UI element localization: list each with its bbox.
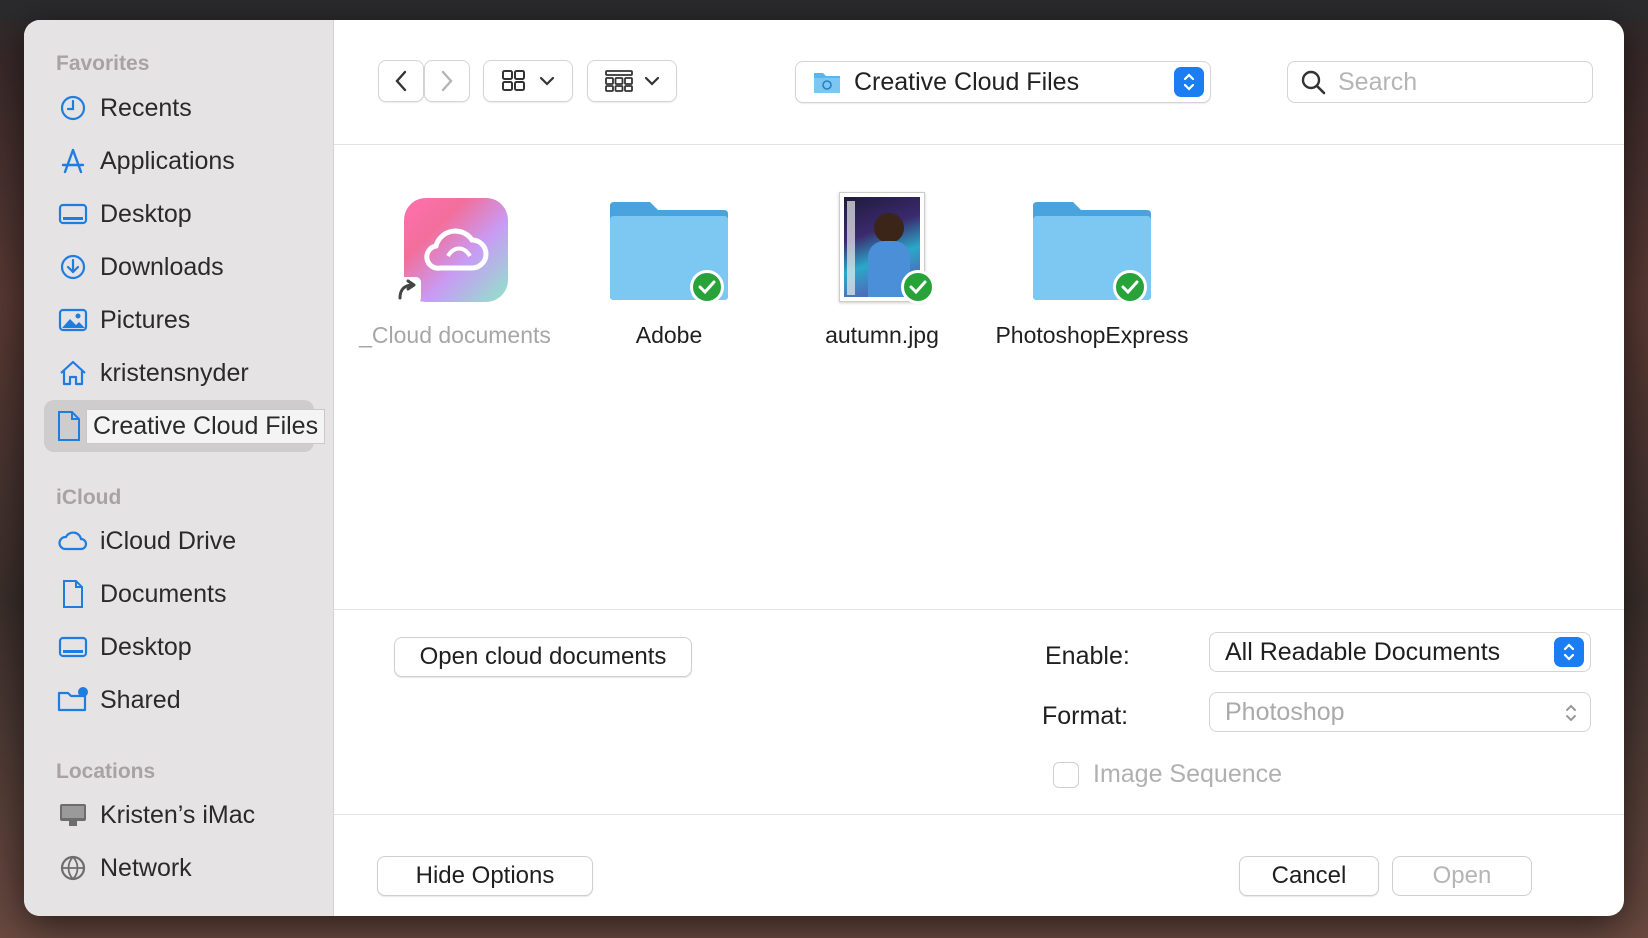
download-icon — [56, 250, 90, 284]
clock-icon — [56, 91, 90, 125]
cancel-button[interactable]: Cancel — [1239, 856, 1379, 896]
sidebar-section-icloud: iCloud — [56, 486, 122, 509]
sidebar-item-desktop[interactable]: Desktop — [44, 188, 314, 240]
sidebar-item-imac[interactable]: Kristen’s iMac — [44, 789, 314, 841]
sidebar-item-documents[interactable]: Documents — [44, 568, 314, 620]
sidebar-item-applications[interactable]: Applications — [44, 135, 314, 187]
format-popup[interactable]: Photoshop — [1209, 692, 1591, 732]
forward-button[interactable] — [424, 60, 470, 102]
sidebar-item-shared[interactable]: Shared — [44, 674, 314, 726]
desktop-icon — [56, 630, 90, 664]
creative-cloud-app-icon — [390, 190, 520, 310]
image-sequence-option: Image Sequence — [1053, 760, 1282, 789]
applications-icon — [56, 144, 90, 178]
image-thumbnail — [817, 190, 947, 310]
synced-check-icon — [1113, 270, 1147, 304]
image-sequence-checkbox[interactable] — [1053, 761, 1079, 788]
chevron-down-icon — [539, 76, 555, 86]
format-popup-value: Photoshop — [1225, 697, 1345, 726]
options-panel: Open cloud documents Enable: All Readabl… — [334, 610, 1624, 815]
file-item[interactable]: Adobe — [569, 190, 769, 351]
sidebar-item-label: Documents — [100, 579, 227, 608]
location-popup-label: Creative Cloud Files — [854, 67, 1080, 96]
enable-popup-value: All Readable Documents — [1225, 637, 1501, 666]
file-name: autumn.jpg — [825, 322, 939, 348]
dialog-footer: Hide Options Cancel Open — [334, 816, 1624, 916]
search-field[interactable] — [1287, 61, 1593, 103]
sidebar: Favorites Recents Applications Desktop D… — [24, 20, 334, 916]
enable-popup[interactable]: All Readable Documents — [1209, 632, 1591, 672]
sidebar-section-locations: Locations — [56, 760, 156, 783]
sidebar-item-creative-cloud-files[interactable]: Creative Cloud Files — [44, 400, 326, 452]
open-cloud-documents-button[interactable]: Open cloud documents — [394, 637, 692, 677]
desktop-background — [0, 0, 1648, 20]
search-icon — [1301, 70, 1326, 95]
home-icon — [56, 356, 90, 390]
file-item[interactable]: autumn.jpg — [782, 190, 982, 351]
sidebar-item-label: Kristen’s iMac — [100, 800, 256, 829]
image-sequence-label: Image Sequence — [1093, 760, 1283, 788]
gallery-group-icon — [605, 70, 633, 92]
synced-check-icon — [690, 270, 724, 304]
sidebar-section-favorites: Favorites — [56, 52, 150, 75]
file-name: _Cloud documents — [359, 322, 551, 348]
folder-icon — [604, 190, 734, 310]
search-input[interactable] — [1338, 67, 1578, 97]
document-icon — [56, 409, 82, 443]
chevron-left-icon — [395, 70, 407, 92]
sidebar-item-pictures[interactable]: Pictures — [44, 294, 314, 346]
sidebar-item-home[interactable]: kristensnyder — [44, 347, 314, 399]
chevron-right-icon — [441, 70, 453, 92]
enable-label: Enable: — [1045, 642, 1130, 670]
network-icon — [56, 851, 90, 885]
sidebar-item-icloud-desktop[interactable]: Desktop — [44, 621, 314, 673]
imac-icon — [56, 798, 90, 832]
sidebar-item-label: Shared — [100, 685, 181, 714]
sidebar-item-label: Applications — [100, 146, 235, 175]
open-file-dialog: Favorites Recents Applications Desktop D… — [24, 20, 1624, 916]
sidebar-item-downloads[interactable]: Downloads — [44, 241, 314, 293]
file-browser: _Cloud documents Adobe autumn.jpg Photos… — [334, 146, 1624, 610]
sidebar-item-label: Downloads — [100, 252, 224, 281]
sidebar-item-icloud-drive[interactable]: iCloud Drive — [44, 515, 314, 567]
file-name: Adobe — [635, 322, 703, 348]
sidebar-item-label: Desktop — [100, 199, 192, 228]
desktop-icon — [56, 197, 90, 231]
sidebar-item-label: Desktop — [100, 632, 192, 661]
sidebar-item-network[interactable]: Network — [44, 842, 314, 894]
sidebar-item-label: Network — [100, 853, 192, 882]
popup-stepper-icon — [1174, 67, 1204, 97]
synced-check-icon — [901, 270, 935, 304]
cloud-folder-icon — [814, 73, 840, 93]
hide-options-button[interactable]: Hide Options — [377, 856, 593, 896]
group-view-button[interactable] — [587, 60, 677, 102]
open-button[interactable]: Open — [1392, 856, 1532, 896]
file-item[interactable]: PhotoshopExpress — [992, 190, 1192, 351]
folder-icon — [1027, 190, 1157, 310]
sidebar-item-recents[interactable]: Recents — [44, 82, 314, 134]
shared-folder-icon — [56, 683, 90, 717]
sidebar-item-label: iCloud Drive — [100, 526, 237, 555]
file-item[interactable]: _Cloud documents — [355, 190, 555, 351]
alias-arrow-icon — [395, 277, 421, 303]
format-label: Format: — [1042, 702, 1129, 730]
grid-view-icon — [502, 70, 525, 91]
sidebar-item-label: Pictures — [100, 305, 191, 334]
sidebar-item-label: Recents — [100, 93, 192, 122]
cloud-icon — [56, 524, 90, 558]
pictures-icon — [56, 303, 90, 337]
document-icon — [56, 577, 90, 611]
file-name: PhotoshopExpress — [995, 322, 1189, 348]
updown-chevron-icon — [1566, 704, 1576, 722]
toolbar: Creative Cloud Files — [334, 20, 1624, 145]
popup-stepper-icon — [1554, 637, 1584, 667]
chevron-down-icon — [644, 76, 660, 86]
location-popup[interactable]: Creative Cloud Files — [795, 61, 1211, 103]
sidebar-item-label: Creative Cloud Files — [86, 408, 326, 444]
icon-view-button[interactable] — [483, 60, 573, 102]
sidebar-item-label: kristensnyder — [100, 358, 249, 387]
back-button[interactable] — [378, 60, 424, 102]
